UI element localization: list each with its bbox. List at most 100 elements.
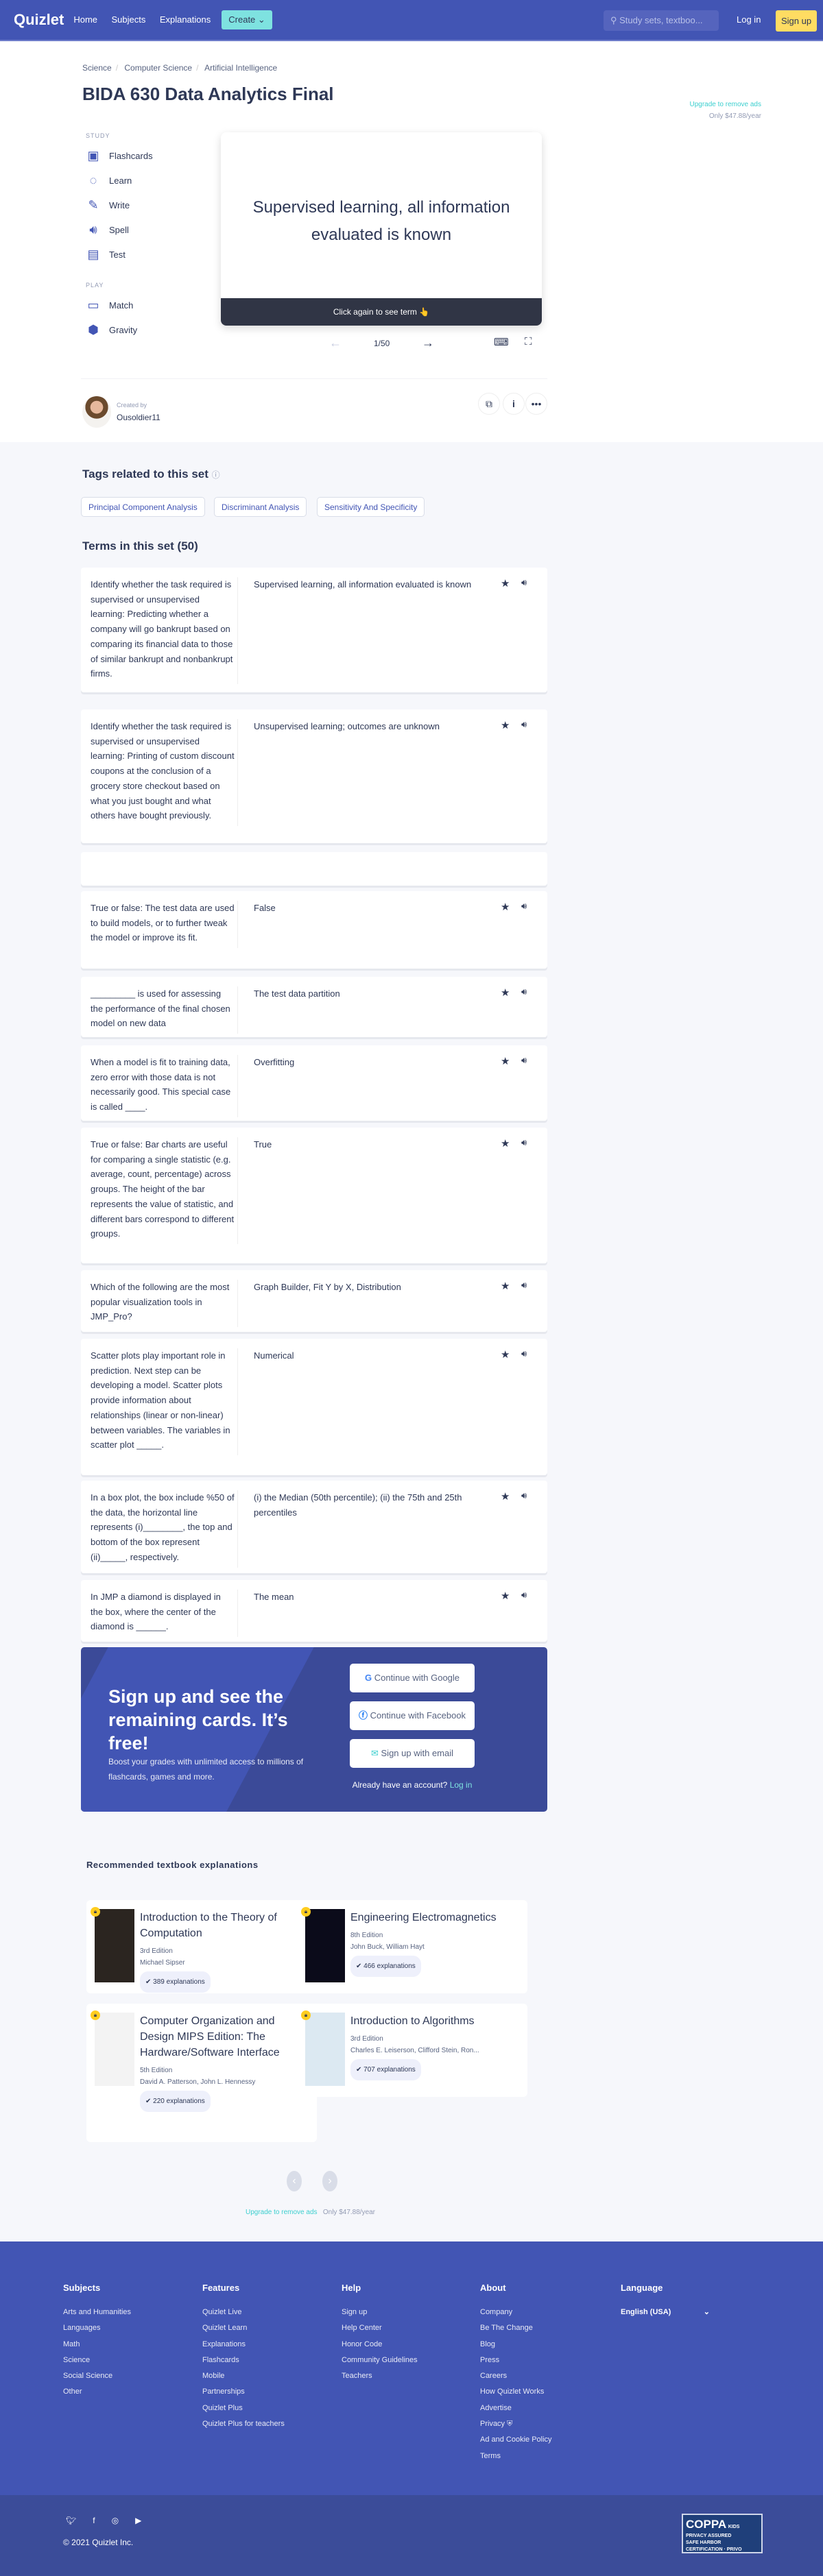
footer-link[interactable]: Math bbox=[63, 2337, 131, 2353]
mode-flashcards[interactable]: ▣ Flashcards bbox=[86, 143, 152, 168]
footer-link[interactable]: Sign up bbox=[342, 2305, 418, 2320]
instagram-icon[interactable]: ◎ bbox=[112, 2516, 119, 2525]
prev-page-button[interactable]: ‹ bbox=[287, 2171, 302, 2191]
breadcrumb-computer-science[interactable]: Computer Science bbox=[124, 63, 192, 73]
youtube-icon[interactable]: ▶ bbox=[135, 2516, 141, 2525]
star-icon[interactable]: ★ bbox=[501, 719, 510, 731]
footer-link[interactable]: Teachers bbox=[342, 2368, 418, 2384]
upgrade-link[interactable]: Upgrade to remove ads bbox=[658, 101, 761, 108]
mode-match[interactable]: ▭ Match bbox=[86, 293, 153, 317]
footer-link[interactable]: Flashcards bbox=[202, 2353, 285, 2368]
footer-link[interactable]: Community Guidelines bbox=[342, 2353, 418, 2368]
audio-icon[interactable]: 🔊︎ bbox=[521, 901, 527, 912]
more-icon[interactable]: ••• bbox=[525, 393, 547, 415]
star-icon[interactable]: ★ bbox=[501, 1490, 510, 1503]
footer-link[interactable]: Mobile bbox=[202, 2368, 285, 2384]
create-button[interactable]: Create ⌄ bbox=[222, 10, 272, 29]
fullscreen-icon[interactable]: ⛶ bbox=[525, 336, 532, 348]
language-select[interactable]: English (USA) ⌄ bbox=[621, 2305, 710, 2320]
breadcrumb-ai[interactable]: Artificial Intelligence bbox=[204, 63, 277, 73]
info-icon[interactable]: i bbox=[503, 393, 525, 415]
footer-link[interactable]: Help Center bbox=[342, 2320, 418, 2336]
footer-link[interactable]: Partnerships bbox=[202, 2384, 285, 2400]
mode-gravity[interactable]: ⬢ Gravity bbox=[86, 317, 153, 342]
creator[interactable]: Created by Ousoldier11 bbox=[82, 396, 160, 428]
audio-icon[interactable]: 🔊︎ bbox=[521, 577, 527, 588]
footer-link[interactable]: Ad and Cookie Policy bbox=[480, 2432, 552, 2448]
login-link[interactable]: Log in bbox=[737, 14, 761, 25]
footer-link[interactable]: Languages bbox=[63, 2320, 131, 2336]
audio-icon[interactable]: 🔊︎ bbox=[521, 719, 527, 730]
star-icon[interactable]: ★ bbox=[501, 577, 510, 590]
star-icon[interactable]: ★ bbox=[501, 1348, 510, 1361]
footer-link[interactable]: Advertise bbox=[480, 2401, 552, 2416]
coppa-badge[interactable]: COPPA KIDS PRIVACY ASSURED SAFE HARBOR CE… bbox=[682, 2514, 763, 2553]
footer-link[interactable]: Blog bbox=[480, 2337, 552, 2353]
facebook-signup-button[interactable]: ⓕ Continue with Facebook bbox=[350, 1701, 475, 1730]
facebook-icon[interactable]: f bbox=[93, 2516, 95, 2525]
prev-arrow-icon[interactable]: ← bbox=[329, 336, 342, 350]
mode-write[interactable]: ✎ Write bbox=[86, 193, 153, 217]
footer-link[interactable]: How Quizlet Works bbox=[480, 2384, 552, 2400]
signup-button[interactable]: Sign up bbox=[776, 10, 818, 32]
star-icon[interactable]: ★ bbox=[501, 1280, 510, 1292]
textbook-card[interactable]: 🔒︎ Engineering Electromagnetics 8th Edit… bbox=[297, 1900, 527, 1993]
footer-link[interactable]: Careers bbox=[480, 2368, 552, 2384]
textbook-card[interactable]: 🔒︎ Computer Organization and Design MIPS… bbox=[86, 2004, 317, 2142]
footer-link[interactable]: Quizlet Live bbox=[202, 2305, 285, 2320]
keyboard-icon[interactable]: ⌨ bbox=[494, 336, 509, 348]
textbook-card[interactable]: 🔒︎ Introduction to Algorithms 3rd Editio… bbox=[297, 2004, 527, 2097]
book-title: Introduction to the Theory of Computatio… bbox=[140, 1912, 277, 1939]
footer-link[interactable]: Science bbox=[63, 2353, 131, 2368]
footer-link[interactable]: Arts and Humanities bbox=[63, 2305, 131, 2320]
flashcards-icon: ▣ bbox=[87, 149, 99, 162]
nav-subjects[interactable]: Subjects bbox=[111, 14, 145, 25]
tag-chip[interactable]: Discriminant Analysis bbox=[214, 497, 307, 517]
mode-test[interactable]: ▤ Test bbox=[86, 242, 153, 267]
breadcrumb-science[interactable]: Science bbox=[82, 63, 112, 73]
star-icon[interactable]: ★ bbox=[501, 1590, 510, 1602]
search-input[interactable]: ⚲ Study sets, textboo... bbox=[604, 10, 719, 31]
nav-explanations[interactable]: Explanations bbox=[160, 14, 211, 25]
star-icon[interactable]: ★ bbox=[501, 1137, 510, 1150]
audio-icon[interactable]: 🔊︎ bbox=[521, 1280, 527, 1291]
footer-link[interactable]: Explanations bbox=[202, 2337, 285, 2353]
mode-spell[interactable]: 🔊︎ Spell bbox=[86, 217, 153, 242]
flashcard[interactable]: Supervised learning, all information eva… bbox=[221, 132, 542, 326]
tag-chip[interactable]: Principal Component Analysis bbox=[81, 497, 205, 517]
textbook-card[interactable]: 🔒︎ Introduction to the Theory of Computa… bbox=[86, 1900, 317, 1993]
promo-login-link[interactable]: Log in bbox=[450, 1780, 473, 1790]
twitter-icon[interactable]: 🐦︎ bbox=[66, 2516, 76, 2525]
audio-icon[interactable]: 🔊︎ bbox=[521, 1590, 527, 1601]
copy-icon[interactable]: ⧉ bbox=[478, 393, 500, 415]
quizlet-logo[interactable]: Quizlet bbox=[14, 11, 64, 29]
star-icon[interactable]: ★ bbox=[501, 1055, 510, 1067]
audio-icon[interactable]: 🔊︎ bbox=[521, 1055, 527, 1066]
footer-link[interactable]: Quizlet Learn bbox=[202, 2320, 285, 2336]
audio-icon[interactable]: 🔊︎ bbox=[521, 1348, 527, 1359]
tag-chip[interactable]: Sensitivity And Specificity bbox=[317, 497, 425, 517]
footer-link[interactable]: Other bbox=[63, 2384, 131, 2400]
footer-link[interactable]: Terms bbox=[480, 2449, 552, 2464]
footer-link[interactable]: Honor Code bbox=[342, 2337, 418, 2353]
nav-home[interactable]: Home bbox=[73, 14, 97, 25]
footer-link[interactable]: Quizlet Plus for teachers bbox=[202, 2416, 285, 2432]
mode-learn[interactable]: ◌ Learn bbox=[86, 168, 153, 193]
audio-icon[interactable]: 🔊︎ bbox=[521, 1137, 527, 1148]
footer-link[interactable]: Company bbox=[480, 2305, 552, 2320]
footer-link[interactable]: Social Science bbox=[63, 2368, 131, 2384]
star-icon[interactable]: ★ bbox=[501, 901, 510, 913]
upgrade-link[interactable]: Upgrade to remove ads bbox=[246, 2209, 318, 2216]
footer-link[interactable]: Privacy ⛨ bbox=[480, 2416, 552, 2432]
footer-link[interactable]: Press bbox=[480, 2353, 552, 2368]
google-signup-button[interactable]: G Continue with Google bbox=[350, 1664, 475, 1692]
email-signup-button[interactable]: ✉ Sign up with email bbox=[350, 1739, 475, 1768]
info-circle-icon[interactable]: ⓘ bbox=[212, 470, 220, 480]
next-arrow-icon[interactable]: → bbox=[422, 336, 434, 350]
audio-icon[interactable]: 🔊︎ bbox=[521, 1490, 527, 1501]
audio-icon[interactable]: 🔊︎ bbox=[521, 986, 527, 997]
footer-link[interactable]: Quizlet Plus bbox=[202, 2401, 285, 2416]
star-icon[interactable]: ★ bbox=[501, 986, 510, 999]
footer-link[interactable]: Be The Change bbox=[480, 2320, 552, 2336]
next-page-button[interactable]: › bbox=[322, 2171, 337, 2191]
